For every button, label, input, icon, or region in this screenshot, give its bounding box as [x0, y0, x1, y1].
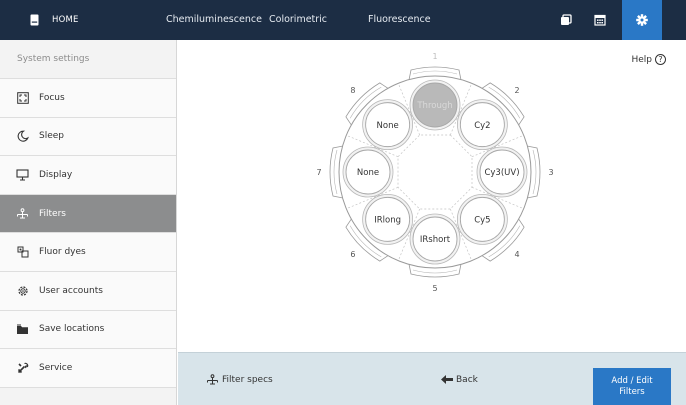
dyes-icon: [16, 246, 29, 259]
home-device-icon: [30, 14, 39, 26]
tab-colorimetric[interactable]: Colorimetric: [269, 0, 327, 40]
tab-chemiluminescence[interactable]: Chemiluminescence: [166, 0, 262, 40]
sidebar-item-label: Fluor dyes: [39, 247, 86, 258]
filter-label: Cy5: [474, 216, 490, 226]
position-number: 4: [514, 250, 519, 259]
sidebar-item-label: Focus: [39, 92, 65, 103]
arrow-left-icon: [441, 375, 453, 384]
sidebar-item-label: Service: [39, 362, 73, 373]
sidebar-item-label: Sleep: [39, 131, 65, 142]
folder-icon: [16, 323, 29, 336]
filter-label: None: [357, 168, 379, 178]
filter-position-3[interactable]: Cy3(UV): [476, 146, 528, 198]
sidebar-item-label: Filters: [39, 208, 66, 219]
gallery-icon: [560, 11, 572, 30]
calendar-button[interactable]: [580, 0, 620, 40]
filter-specs-button[interactable]: Filter specs: [206, 353, 273, 405]
focus-icon: [16, 91, 29, 104]
moon-icon: [16, 130, 29, 143]
monitor-icon: [16, 168, 29, 181]
top-navigation-bar: HOME Chemiluminescence Colorimetric Fluo…: [0, 0, 686, 40]
filter-position-2[interactable]: Cy2: [456, 99, 508, 151]
position-number: 7: [316, 168, 321, 177]
filter-icon: [16, 207, 29, 220]
users-gear-icon: [16, 284, 29, 297]
main-content: Help ? Through 1 Cy2 2 Cy3(UV) 3 Cy5 4 IRshort 5 I…: [178, 40, 686, 352]
filter-position-1[interactable]: Through: [409, 79, 461, 131]
position-number: 3: [548, 168, 553, 177]
settings-sidebar: System settings Focus Sleep Display Filt…: [0, 40, 177, 405]
filter-specs-label: Filter specs: [222, 374, 273, 385]
home-label: HOME: [52, 15, 79, 25]
back-button[interactable]: Back: [441, 353, 478, 405]
filter-label: Cy2: [474, 121, 490, 131]
filter-label: Cy3(UV): [484, 168, 519, 178]
calendar-icon: [594, 11, 606, 30]
filter-wheel: Through 1 Cy2 2 Cy3(UV) 3 Cy5 4 IRshort 5 IRlong 6 N…: [316, 52, 553, 293]
position-number: 8: [350, 86, 355, 95]
settings-button[interactable]: [622, 0, 662, 40]
position-number: 5: [432, 284, 437, 293]
filter-label: None: [377, 121, 399, 131]
filter-position-7[interactable]: None: [342, 146, 394, 198]
sidebar-item-label: User accounts: [39, 285, 103, 296]
filter-position-6[interactable]: IRlong: [362, 193, 414, 245]
back-label: Back: [456, 374, 478, 385]
sidebar-item-label: Display: [39, 169, 73, 180]
sidebar-title: System settings: [0, 40, 176, 79]
filter-label: IRlong: [374, 216, 401, 226]
position-number: 1: [432, 52, 437, 61]
filter-label: Through: [416, 101, 452, 111]
position-number: 2: [514, 86, 519, 95]
sidebar-item-user-accounts[interactable]: User accounts: [0, 271, 176, 311]
sidebar-item-fluor-dyes[interactable]: Fluor dyes: [0, 233, 176, 272]
sidebar-item-label: Save locations: [39, 324, 105, 335]
filter-position-8[interactable]: None: [362, 99, 414, 151]
filter-position-5[interactable]: IRshort: [409, 213, 461, 265]
filter-label: IRshort: [420, 235, 451, 245]
sidebar-item-filters[interactable]: Filters: [0, 194, 176, 234]
filter-position-4[interactable]: Cy5: [456, 193, 508, 245]
tab-fluorescence[interactable]: Fluorescence: [368, 0, 431, 40]
add-edit-filters-button[interactable]: Add / Edit Filters: [593, 368, 671, 405]
bottom-action-bar: Filter specs Back Add / Edit Filters: [178, 352, 686, 405]
tools-icon: [16, 361, 29, 374]
sidebar-item-save-locations[interactable]: Save locations: [0, 310, 176, 350]
sidebar-item-sleep[interactable]: Sleep: [0, 117, 176, 157]
filter-icon: [206, 373, 219, 386]
sidebar-item-focus[interactable]: Focus: [0, 79, 176, 118]
sidebar-item-display[interactable]: Display: [0, 156, 176, 195]
home-button[interactable]: HOME: [8, 0, 79, 40]
position-number: 6: [350, 250, 355, 259]
sidebar-item-service[interactable]: Service: [0, 349, 176, 388]
settings-gear-icon: [636, 11, 648, 30]
